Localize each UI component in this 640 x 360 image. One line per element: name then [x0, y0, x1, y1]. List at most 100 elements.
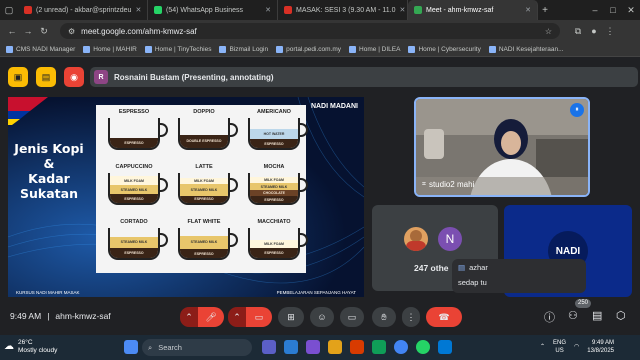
reload-icon[interactable]: ↻: [36, 26, 52, 37]
emoji-icon[interactable]: ☺: [310, 307, 334, 327]
bookmark-item[interactable]: Home | Cybersecurity: [408, 45, 481, 53]
cup-layer: CHOCOLATE: [250, 189, 298, 197]
recording-icon[interactable]: ◉: [64, 67, 84, 87]
activities-icon[interactable]: ▣: [8, 67, 28, 87]
cup-layer: ESPRESSO: [250, 196, 298, 203]
weather-text: Mostly cloudy: [18, 347, 58, 354]
app-icon-3[interactable]: [372, 340, 386, 354]
maximize-icon[interactable]: □: [604, 0, 622, 20]
bookmark-favicon-icon: [6, 45, 13, 53]
browser-tab[interactable]: (54) WhatsApp Business ✕: [148, 0, 278, 20]
slide-title-line: Jenis Kopi: [14, 141, 84, 156]
start-icon[interactable]: [124, 340, 138, 354]
coffee-cup: MOCHA ESPRESSO CHOCOLATE STEAMED MILK MILK F…: [244, 164, 312, 214]
browser-tab[interactable]: MASAK: SESI 3 (9.30 AM - 11.0 ✕: [278, 0, 408, 20]
close-tab-icon[interactable]: ✕: [135, 6, 141, 14]
forward-icon[interactable]: →: [20, 26, 36, 36]
close-tab-icon[interactable]: ✕: [525, 6, 531, 14]
cloud-icon: ☁: [4, 341, 14, 352]
captions-icon[interactable]: ▭: [340, 307, 364, 327]
extensions-icon[interactable]: ⧉: [570, 26, 586, 37]
cup-layer: STEAMED MILK: [180, 235, 228, 249]
coffee-cup: DOPPIO DOUBLE ESPRESSO: [174, 109, 242, 159]
address-bar[interactable]: ⚙ meet.google.com/ahm-kmwz-saf ☆: [60, 23, 560, 39]
window-controls: – □ ✕: [586, 0, 640, 20]
cup-name: MOCHA: [263, 164, 285, 170]
chat-author: azhar: [469, 263, 488, 272]
whatsapp-icon[interactable]: [416, 340, 430, 354]
chat-icon-button[interactable]: ▤: [592, 309, 602, 322]
windows-taskbar: ☁ 26°C Mostly cloudy ⌕ Search ⌃ ENG US ◠…: [0, 335, 640, 360]
others-count: 247 othe: [414, 263, 449, 273]
taskbar-search[interactable]: ⌕ Search: [142, 339, 252, 356]
people-icon[interactable]: ⚇: [568, 309, 578, 322]
more-options-icon[interactable]: ⋮: [402, 307, 420, 327]
presenter-avatar: R: [94, 70, 108, 84]
new-tab-button[interactable]: +: [538, 5, 552, 16]
bookmark-item[interactable]: Home | DILEA: [349, 45, 400, 53]
present-screen-icon[interactable]: ⊞: [278, 307, 304, 327]
wifi-icon[interactable]: ◠: [574, 344, 579, 352]
meeting-info-icon[interactable]: ⓘ: [544, 309, 555, 325]
slide-title-line: Sukatan: [20, 186, 78, 201]
bookmark-item[interactable]: Home | TinyTechies: [144, 45, 211, 53]
meeting-code: ahm-kmwz-saf: [55, 311, 111, 321]
cup-name: AMERICANO: [257, 109, 291, 115]
participant-avatar-initial: N: [438, 227, 462, 251]
cup-name: FLAT WHITE: [187, 219, 221, 225]
raise-hand-icon[interactable]: ✋︎: [372, 307, 396, 327]
back-icon[interactable]: ←: [4, 26, 20, 36]
chevron-up-icon[interactable]: ⌃: [540, 344, 545, 352]
bookmark-label: CMS NADI Manager: [16, 45, 76, 53]
bookmarks-bar: CMS NADI Manager Home | MAHIR Home | TinyT…: [0, 42, 640, 57]
info-icon[interactable]: ▤: [36, 67, 56, 87]
tab-title: (2 unread) - akbar@sprintzdeu: [36, 6, 132, 14]
close-window-icon[interactable]: ✕: [622, 0, 640, 20]
cup-name: MACCHIATO: [257, 219, 291, 225]
meet-window: ▣ ▤ ◉ R Rosnaini Bustam (Presenting, ann…: [0, 57, 640, 335]
teams-icon[interactable]: [262, 340, 276, 354]
bookmark-star-icon[interactable]: ☆: [545, 27, 552, 36]
bookmark-favicon-icon: [144, 45, 152, 53]
file-explorer-icon[interactable]: [328, 340, 342, 354]
app-icon-1[interactable]: [306, 340, 320, 354]
menu-icon[interactable]: ⋮: [602, 26, 618, 37]
activities-shapes-icon[interactable]: ⬡: [616, 309, 626, 322]
browser-toolbar: ← → ↻ ⚙ meet.google.com/ahm-kmwz-saf ☆ ⧉…: [0, 20, 640, 42]
store-icon[interactable]: [438, 340, 452, 354]
profile-icon[interactable]: ●: [586, 26, 602, 36]
cup-body: ESPRESSO STEAMED MILK MILK FOAM: [178, 173, 230, 205]
bookmark-item[interactable]: Home | MAHIR: [83, 45, 137, 53]
bookmark-item[interactable]: CMS NADI Manager: [6, 45, 76, 53]
leave-call-icon[interactable]: ☎︎: [426, 307, 462, 327]
bookmark-item[interactable]: Bizmail Login: [219, 45, 268, 53]
cup-handle: [159, 178, 168, 192]
browser-tab[interactable]: Meet - ahm-kmwz-saf ✕: [408, 0, 538, 20]
tab-search-icon[interactable]: ▢: [0, 0, 18, 20]
bookmark-favicon-icon: [488, 45, 496, 53]
coffee-cup: CORTADO ESPRESSO STEAMED MILK: [104, 219, 172, 269]
edge-icon[interactable]: [284, 340, 298, 354]
participant-camera-tile[interactable]: ⏸ ⌗ studio2 mahi: [414, 97, 590, 197]
shared-slide: NADI MADANI Jenis Kopi & Kadar Sukatan ESPR…: [8, 97, 364, 297]
close-tab-icon[interactable]: ✕: [265, 6, 271, 14]
cup-layer: STEAMED MILK: [110, 185, 158, 194]
cup-layer: ESPRESSO: [110, 247, 158, 258]
language-indicator[interactable]: ENG US: [553, 340, 566, 355]
chat-notification[interactable]: ▤ azhar sedap tu: [452, 259, 586, 293]
browser-tab[interactable]: (2 unread) - akbar@sprintzdeu ✕: [18, 0, 148, 20]
audio-options-button[interactable]: ⌃: [180, 307, 198, 327]
camera-off-icon[interactable]: ▭: [246, 307, 272, 327]
weather-widget[interactable]: ☁ 26°C Mostly cloudy: [4, 339, 57, 355]
app-icon-2[interactable]: [350, 340, 364, 354]
bookmark-item[interactable]: portal.pedi.com.my: [276, 45, 341, 53]
coffee-cup: LATTE ESPRESSO STEAMED MILK MILK FOAM: [174, 164, 242, 214]
site-info-icon[interactable]: ⚙: [68, 27, 75, 36]
close-tab-icon[interactable]: ✕: [399, 6, 405, 14]
bookmark-item[interactable]: NADI Kesejahteraan...: [488, 45, 564, 53]
taskbar-clock[interactable]: 9:49 AM 13/8/2025: [587, 340, 614, 355]
mic-off-icon[interactable]: 🎤︎: [198, 307, 224, 327]
video-options-button[interactable]: ⌃: [228, 307, 246, 327]
minimize-icon[interactable]: –: [586, 0, 604, 20]
chrome-icon[interactable]: [394, 340, 408, 354]
